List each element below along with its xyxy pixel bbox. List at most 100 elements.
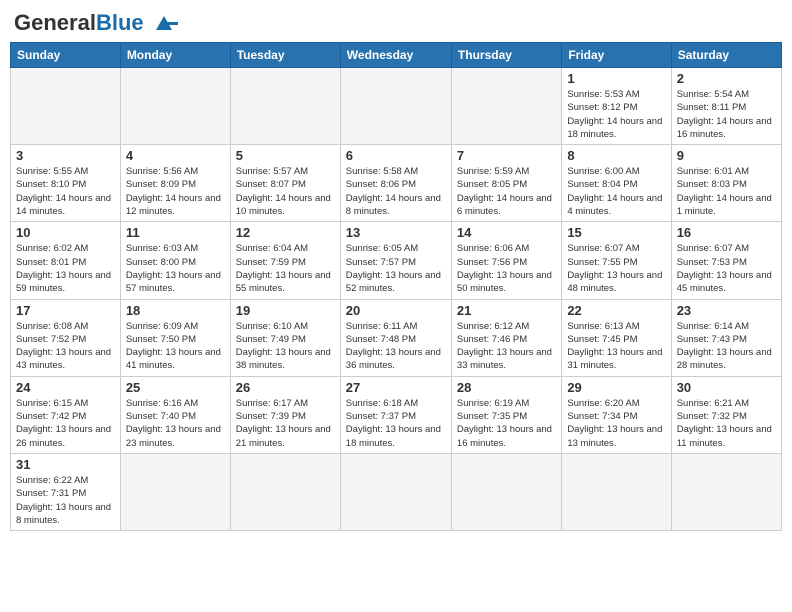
calendar-cell: 21 Sunrise: 6:12 AM Sunset: 7:46 PM Dayli… (451, 299, 561, 376)
day-number: 21 (457, 303, 556, 318)
day-info: Sunrise: 6:10 AM Sunset: 7:49 PM Dayligh… (236, 320, 335, 373)
day-info: Sunrise: 6:09 AM Sunset: 7:50 PM Dayligh… (126, 320, 225, 373)
day-number: 1 (567, 71, 665, 86)
day-info: Sunrise: 6:01 AM Sunset: 8:03 PM Dayligh… (677, 165, 776, 218)
day-number: 4 (126, 148, 225, 163)
calendar-cell: 1 Sunrise: 5:53 AM Sunset: 8:12 PM Daylig… (562, 68, 671, 145)
calendar-cell: 24 Sunrise: 6:15 AM Sunset: 7:42 PM Dayli… (11, 376, 121, 453)
day-number: 23 (677, 303, 776, 318)
calendar-cell (671, 453, 781, 530)
calendar-table: SundayMondayTuesdayWednesdayThursdayFrid… (10, 42, 782, 531)
day-info: Sunrise: 5:59 AM Sunset: 8:05 PM Dayligh… (457, 165, 556, 218)
calendar-cell: 29Sunrise: 6:20 AM Sunset: 7:34 PM Dayli… (562, 376, 671, 453)
calendar-cell: 10 Sunrise: 6:02 AM Sunset: 8:01 PM Dayli… (11, 222, 121, 299)
weekday-header-tuesday: Tuesday (230, 43, 340, 68)
day-info: Sunrise: 6:17 AM Sunset: 7:39 PM Dayligh… (236, 397, 335, 450)
calendar-cell: 19 Sunrise: 6:10 AM Sunset: 7:49 PM Dayli… (230, 299, 340, 376)
day-number: 19 (236, 303, 335, 318)
logo-icon (148, 12, 180, 34)
day-number: 17 (16, 303, 115, 318)
day-number: 10 (16, 225, 115, 240)
calendar-cell: 26 Sunrise: 6:17 AM Sunset: 7:39 PM Dayli… (230, 376, 340, 453)
calendar-cell: 28Sunrise: 6:19 AM Sunset: 7:35 PM Dayli… (451, 376, 561, 453)
calendar-cell (230, 68, 340, 145)
calendar-cell (11, 68, 121, 145)
day-number: 5 (236, 148, 335, 163)
day-number: 8 (567, 148, 665, 163)
calendar-cell: 6Sunrise: 5:58 AM Sunset: 8:06 PM Daylig… (340, 145, 451, 222)
day-number: 28 (457, 380, 556, 395)
day-number: 25 (126, 380, 225, 395)
logo-general: General (14, 10, 96, 36)
day-info: Sunrise: 5:55 AM Sunset: 8:10 PM Dayligh… (16, 165, 115, 218)
day-number: 14 (457, 225, 556, 240)
page-header: General Blue (10, 10, 782, 36)
weekday-header-thursday: Thursday (451, 43, 561, 68)
day-number: 12 (236, 225, 335, 240)
calendar-cell (120, 68, 230, 145)
calendar-cell (562, 453, 671, 530)
day-info: Sunrise: 5:57 AM Sunset: 8:07 PM Dayligh… (236, 165, 335, 218)
day-info: Sunrise: 6:21 AM Sunset: 7:32 PM Dayligh… (677, 397, 776, 450)
day-info: Sunrise: 6:18 AM Sunset: 7:37 PM Dayligh… (346, 397, 446, 450)
day-info: Sunrise: 6:00 AM Sunset: 8:04 PM Dayligh… (567, 165, 665, 218)
calendar-cell: 25 Sunrise: 6:16 AM Sunset: 7:40 PM Dayli… (120, 376, 230, 453)
calendar-cell: 22 Sunrise: 6:13 AM Sunset: 7:45 PM Dayli… (562, 299, 671, 376)
day-number: 15 (567, 225, 665, 240)
day-number: 24 (16, 380, 115, 395)
calendar-cell: 31Sunrise: 6:22 AM Sunset: 7:31 PM Dayli… (11, 453, 121, 530)
weekday-header-monday: Monday (120, 43, 230, 68)
day-info: Sunrise: 6:16 AM Sunset: 7:40 PM Dayligh… (126, 397, 225, 450)
calendar-cell (451, 453, 561, 530)
weekday-header-friday: Friday (562, 43, 671, 68)
logo-blue: Blue (96, 10, 144, 36)
day-number: 20 (346, 303, 446, 318)
weekday-header-wednesday: Wednesday (340, 43, 451, 68)
day-number: 7 (457, 148, 556, 163)
day-info: Sunrise: 5:53 AM Sunset: 8:12 PM Dayligh… (567, 88, 665, 141)
day-number: 16 (677, 225, 776, 240)
calendar-cell (230, 453, 340, 530)
calendar-cell: 23 Sunrise: 6:14 AM Sunset: 7:43 PM Dayli… (671, 299, 781, 376)
calendar-cell: 9 Sunrise: 6:01 AM Sunset: 8:03 PM Daylig… (671, 145, 781, 222)
day-info: Sunrise: 6:07 AM Sunset: 7:55 PM Dayligh… (567, 242, 665, 295)
day-number: 13 (346, 225, 446, 240)
calendar-cell: 13 Sunrise: 6:05 AM Sunset: 7:57 PM Dayli… (340, 222, 451, 299)
calendar-cell: 14 Sunrise: 6:06 AM Sunset: 7:56 PM Dayli… (451, 222, 561, 299)
day-info: Sunrise: 6:15 AM Sunset: 7:42 PM Dayligh… (16, 397, 115, 450)
weekday-header-sunday: Sunday (11, 43, 121, 68)
calendar-cell: 30Sunrise: 6:21 AM Sunset: 7:32 PM Dayli… (671, 376, 781, 453)
day-number: 26 (236, 380, 335, 395)
day-number: 27 (346, 380, 446, 395)
day-number: 11 (126, 225, 225, 240)
day-number: 29 (567, 380, 665, 395)
day-number: 9 (677, 148, 776, 163)
day-number: 22 (567, 303, 665, 318)
logo: General Blue (14, 10, 180, 36)
day-info: Sunrise: 5:54 AM Sunset: 8:11 PM Dayligh… (677, 88, 776, 141)
calendar-cell: 17Sunrise: 6:08 AM Sunset: 7:52 PM Dayli… (11, 299, 121, 376)
day-info: Sunrise: 6:06 AM Sunset: 7:56 PM Dayligh… (457, 242, 556, 295)
calendar-cell: 11 Sunrise: 6:03 AM Sunset: 8:00 PM Dayli… (120, 222, 230, 299)
calendar-cell: 2 Sunrise: 5:54 AM Sunset: 8:11 PM Daylig… (671, 68, 781, 145)
day-info: Sunrise: 6:07 AM Sunset: 7:53 PM Dayligh… (677, 242, 776, 295)
calendar-cell (451, 68, 561, 145)
day-number: 18 (126, 303, 225, 318)
day-number: 6 (346, 148, 446, 163)
day-info: Sunrise: 6:14 AM Sunset: 7:43 PM Dayligh… (677, 320, 776, 373)
calendar-cell: 18 Sunrise: 6:09 AM Sunset: 7:50 PM Dayli… (120, 299, 230, 376)
day-info: Sunrise: 6:13 AM Sunset: 7:45 PM Dayligh… (567, 320, 665, 373)
calendar-cell (120, 453, 230, 530)
day-info: Sunrise: 6:03 AM Sunset: 8:00 PM Dayligh… (126, 242, 225, 295)
calendar-cell: 8 Sunrise: 6:00 AM Sunset: 8:04 PM Daylig… (562, 145, 671, 222)
day-info: Sunrise: 6:11 AM Sunset: 7:48 PM Dayligh… (346, 320, 446, 373)
day-number: 2 (677, 71, 776, 86)
day-info: Sunrise: 5:56 AM Sunset: 8:09 PM Dayligh… (126, 165, 225, 218)
calendar-cell: 27 Sunrise: 6:18 AM Sunset: 7:37 PM Dayli… (340, 376, 451, 453)
calendar-cell: 15 Sunrise: 6:07 AM Sunset: 7:55 PM Dayli… (562, 222, 671, 299)
day-info: Sunrise: 6:04 AM Sunset: 7:59 PM Dayligh… (236, 242, 335, 295)
day-info: Sunrise: 6:12 AM Sunset: 7:46 PM Dayligh… (457, 320, 556, 373)
day-info: Sunrise: 6:02 AM Sunset: 8:01 PM Dayligh… (16, 242, 115, 295)
calendar-cell (340, 453, 451, 530)
day-info: Sunrise: 6:05 AM Sunset: 7:57 PM Dayligh… (346, 242, 446, 295)
